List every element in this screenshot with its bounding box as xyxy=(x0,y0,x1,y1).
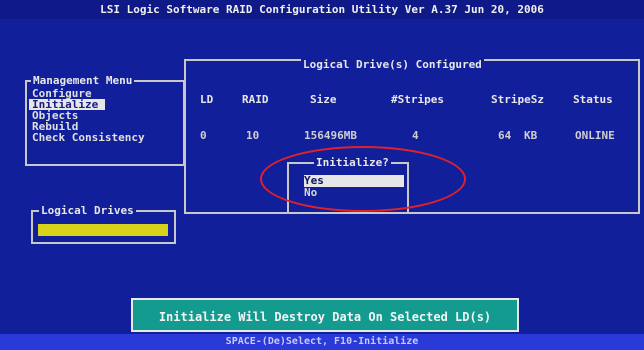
cell-stripes: 4 xyxy=(412,129,419,142)
cell-stripesz: 64 xyxy=(498,129,512,142)
cell-raid: 10 xyxy=(246,129,260,142)
logical-drives-list: Logical Drives Logical Drive 0 xyxy=(31,204,176,244)
cell-stripesz-unit: KB xyxy=(524,129,538,142)
cell-ld: 0 xyxy=(200,129,207,142)
management-menu: Management Menu Configure Initialize Obj… xyxy=(25,74,185,166)
logical-drives-list-title: Logical Drives xyxy=(39,204,136,218)
warning-message: Initialize Will Destroy Data On Selected… xyxy=(131,298,519,332)
help-bar: SPACE-(De)Select, F10-Initialize xyxy=(0,334,644,350)
option-no[interactable]: No xyxy=(304,187,404,199)
logical-drives-configured-title: Logical Drive(s) Configured xyxy=(301,58,484,71)
management-menu-title: Management Menu xyxy=(31,74,135,88)
column-header-stripesz: StripeSz xyxy=(491,93,544,106)
cell-size: 156496MB xyxy=(304,129,357,142)
option-yes[interactable]: Yes xyxy=(304,175,404,187)
window-title: LSI Logic Software RAID Configuration Ut… xyxy=(0,0,644,19)
logical-drive-item[interactable]: Logical Drive 0 xyxy=(38,224,168,236)
column-header-stripes: #Stripes xyxy=(391,93,444,106)
menu-item-check-consistency[interactable]: Check Consistency xyxy=(29,132,148,143)
logical-drives-configured-panel: Logical Drive(s) Configured LD RAID Size… xyxy=(184,59,640,214)
column-header-ld: LD xyxy=(200,93,214,106)
initialize-dialog: Initialize? Yes No xyxy=(287,156,409,214)
column-header-raid: RAID xyxy=(242,93,269,106)
column-header-status: Status xyxy=(573,93,613,106)
cell-status: ONLINE xyxy=(575,129,615,142)
initialize-dialog-title: Initialize? xyxy=(314,156,391,170)
column-header-size: Size xyxy=(310,93,337,106)
